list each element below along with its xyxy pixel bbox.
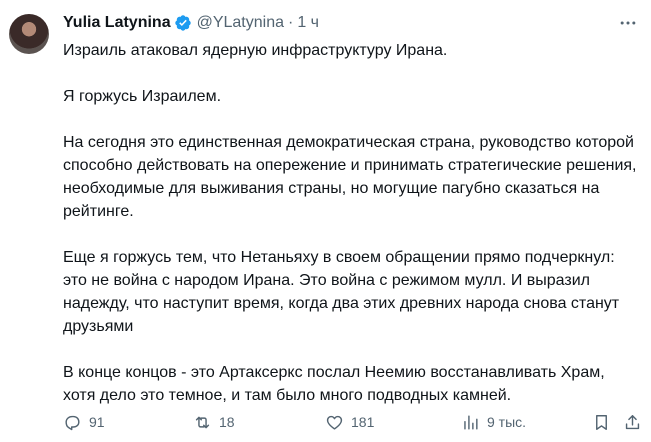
views-count: 9 тыс. [487, 414, 527, 430]
views-button[interactable]: 9 тыс. [461, 408, 526, 436]
tweet-text: Израиль атаковал ядерную инфраструктуру … [63, 39, 641, 407]
bookmark-icon [596, 414, 607, 430]
reply-icon [65, 415, 80, 430]
bookmark-button[interactable] [592, 408, 611, 436]
verified-badge-icon[interactable] [174, 14, 192, 32]
author-name[interactable]: Yulia Latynina [63, 14, 171, 32]
retweet-icon [195, 416, 210, 428]
like-button[interactable]: 181 [325, 408, 374, 436]
tweet-paragraph: Я горжусь Израилем. [63, 88, 222, 105]
tweet: Yulia Latynina @YLatynina · 1 ч Израиль … [0, 0, 651, 442]
timestamp[interactable]: 1 ч [297, 14, 319, 32]
reply-button[interactable]: 91 [63, 408, 105, 436]
share-icon [625, 414, 640, 429]
reply-count: 91 [89, 414, 105, 430]
like-count: 181 [351, 414, 375, 430]
tweet-paragraph: Еще я горжусь тем, что Нетаньяху в своем… [63, 249, 620, 335]
avatar[interactable] [9, 14, 49, 54]
heart-icon [326, 415, 343, 430]
author-handle[interactable]: @YLatynina [197, 14, 284, 32]
tweet-paragraph: На сегодня это единственная демократичес… [63, 134, 637, 220]
more-icon[interactable] [617, 12, 639, 34]
tweet-header: Yulia Latynina @YLatynina · 1 ч [63, 12, 319, 34]
views-icon [464, 414, 478, 430]
separator-dot: · [288, 14, 294, 31]
share-button[interactable] [623, 408, 642, 436]
tweet-paragraph: Израиль атаковал ядерную инфраструктуру … [63, 42, 448, 59]
retweet-count: 18 [219, 414, 235, 430]
tweet-paragraph: В конце концов - это Артаксеркс послал Н… [63, 364, 605, 404]
action-bar: 91 18 181 9 тыс. [63, 408, 648, 436]
retweet-button[interactable]: 18 [193, 408, 235, 436]
